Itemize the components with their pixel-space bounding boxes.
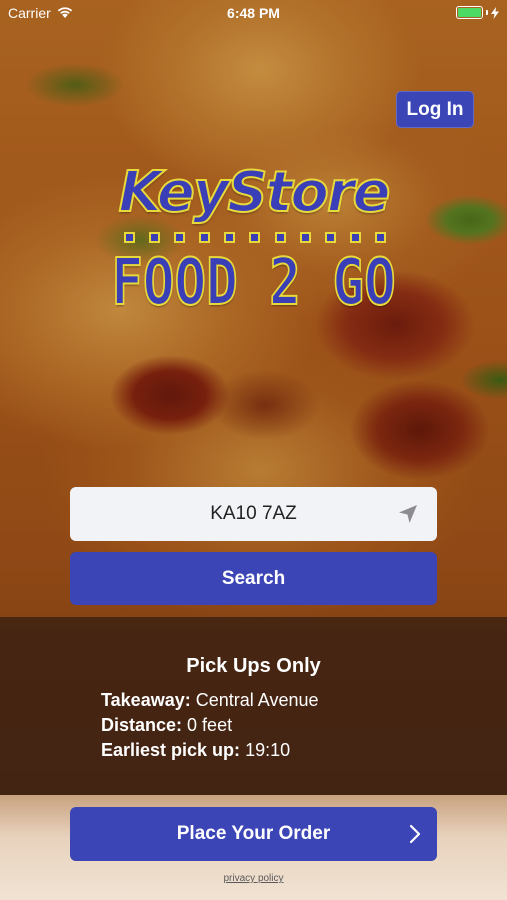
battery-icon (456, 6, 483, 19)
place-order-button[interactable]: Place Your Order (70, 807, 437, 861)
pickup-title: Pick Ups Only (186, 655, 321, 677)
postcode-input[interactable] (123, 503, 384, 525)
status-right (456, 6, 499, 19)
earliest-pickup-row: Earliest pick up: 19:10 (101, 738, 319, 763)
earliest-pickup-label: Earliest pick up: (101, 740, 241, 760)
app-logo: KeyStore FOOD 2 GO (0, 159, 507, 321)
location-arrow-icon[interactable] (397, 503, 419, 525)
pickup-info-panel: Pick Ups Only Takeaway: Central Avenue D… (0, 617, 507, 795)
takeaway-label: Takeaway: (101, 690, 191, 710)
earliest-pickup-value: 19:10 (245, 740, 291, 760)
charging-bolt-icon (491, 6, 499, 19)
logo-keystore-text: KeyStore (118, 159, 392, 226)
distance-value: 0 feet (187, 715, 233, 735)
status-time: 6:48 PM (227, 5, 280, 21)
place-order-label: Place Your Order (176, 823, 331, 844)
login-button[interactable]: Log In (396, 91, 474, 128)
pickup-details: Takeaway: Central Avenue Distance: 0 fee… (101, 688, 319, 763)
chevron-right-icon (409, 824, 421, 844)
takeaway-row: Takeaway: Central Avenue (101, 688, 319, 713)
privacy-policy-link[interactable]: privacy policy (0, 873, 507, 884)
battery-tip (486, 10, 488, 15)
status-bar: Carrier 6:48 PM (0, 0, 507, 28)
search-button[interactable]: Search (70, 552, 437, 605)
postcode-field[interactable] (70, 487, 437, 541)
distance-label: Distance: (101, 715, 183, 735)
distance-row: Distance: 0 feet (101, 713, 319, 738)
logo-food2go-text: FOOD 2 GO (110, 245, 396, 321)
logo-dots (124, 232, 386, 243)
takeaway-value: Central Avenue (195, 690, 319, 710)
